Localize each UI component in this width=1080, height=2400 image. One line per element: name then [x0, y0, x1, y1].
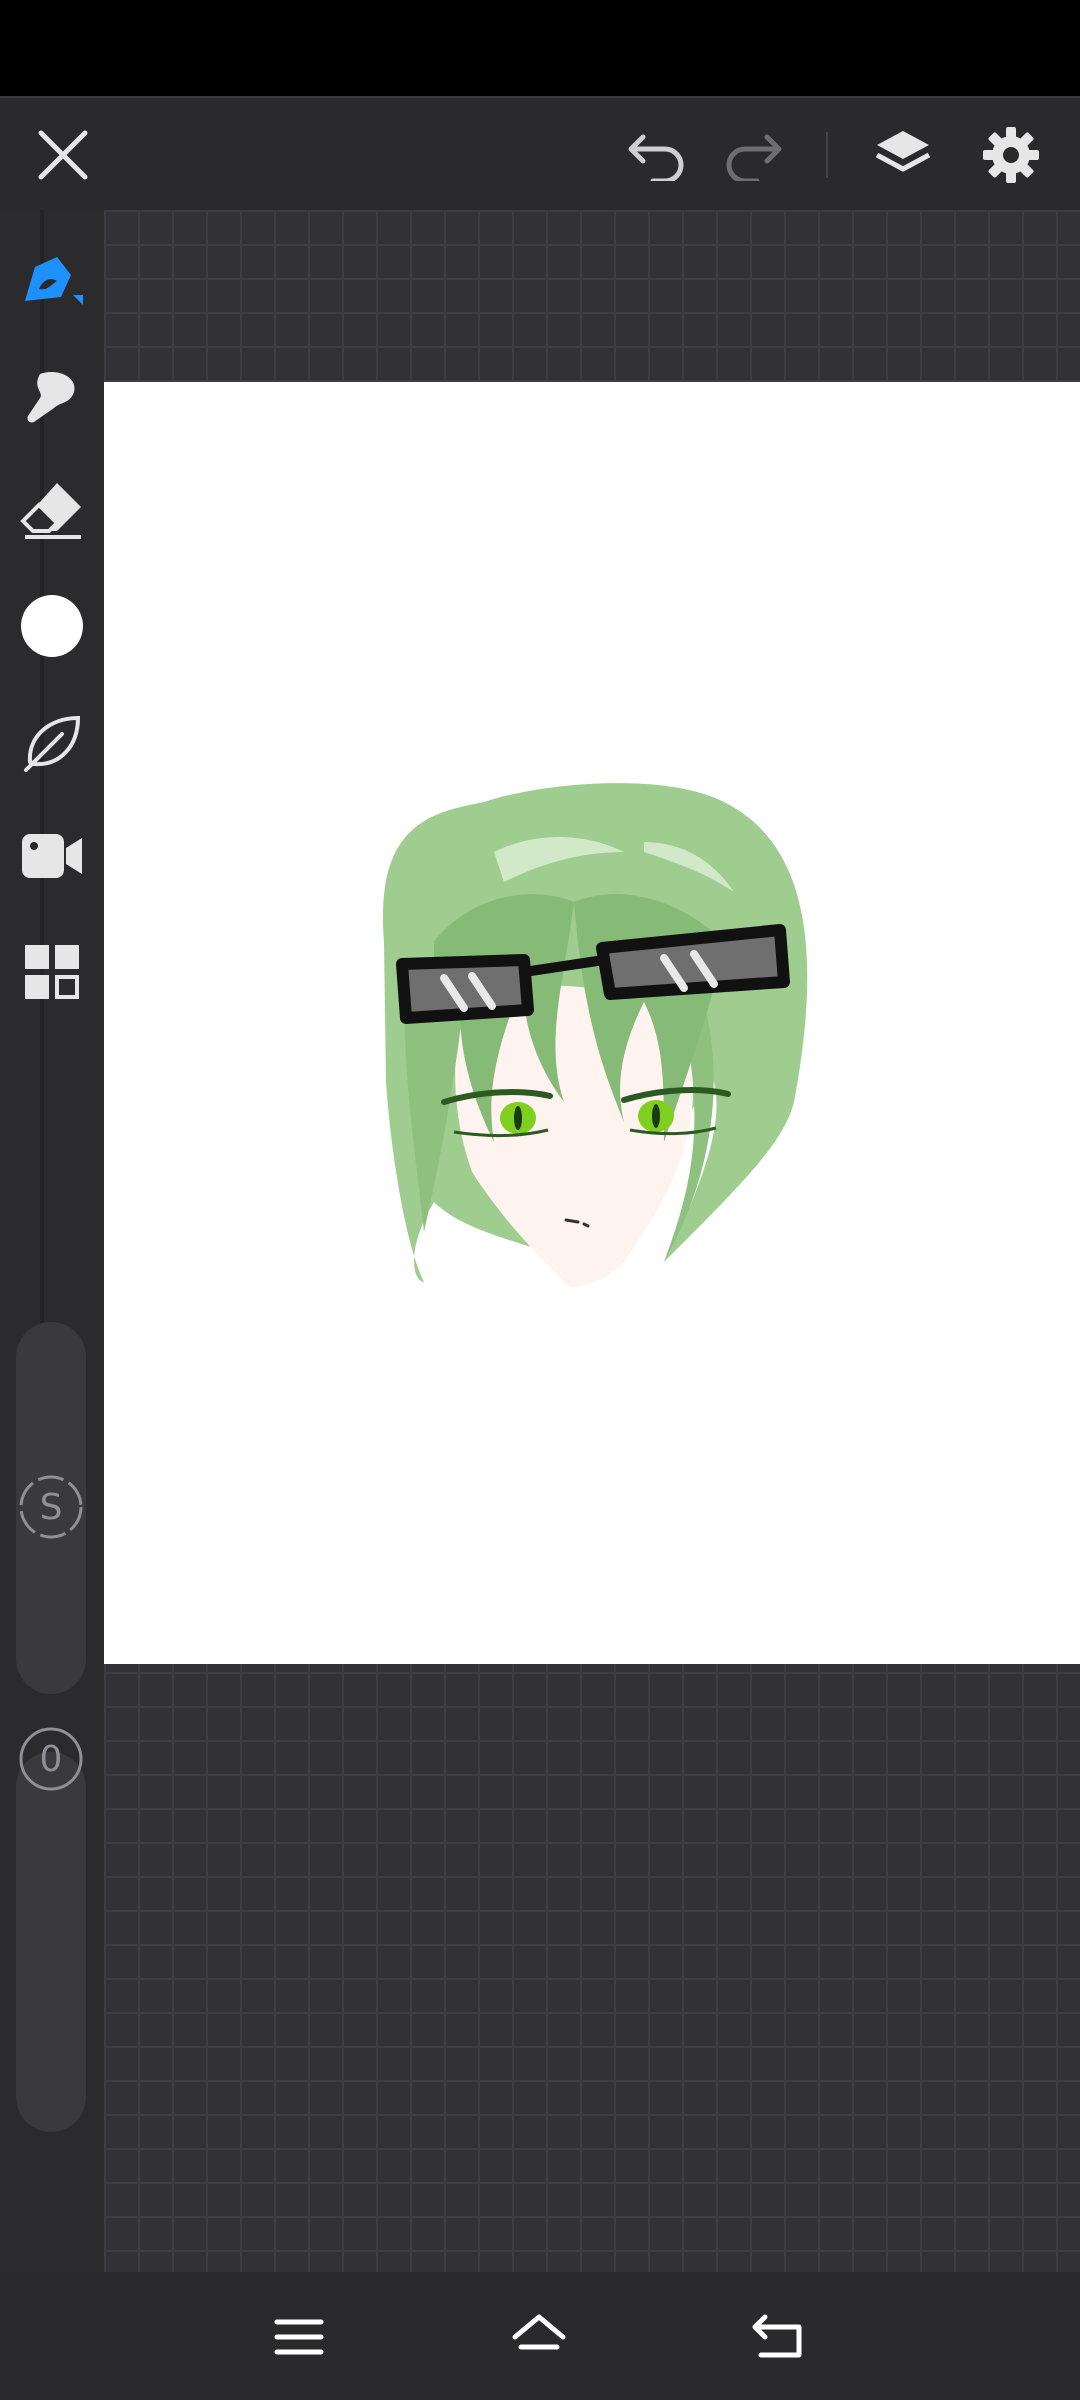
gear-icon [983, 127, 1039, 183]
top-toolbar [0, 96, 1080, 212]
nav-home-button[interactable] [494, 2292, 584, 2382]
tool-smudge[interactable] [0, 348, 104, 444]
close-button[interactable] [18, 98, 108, 212]
tool-color-picker[interactable] [0, 578, 104, 674]
smudge-icon [27, 372, 75, 423]
undo-icon [628, 134, 684, 181]
nav-menu-button[interactable] [254, 2292, 344, 2382]
redo-button[interactable] [708, 98, 798, 212]
tool-eraser[interactable] [0, 462, 104, 558]
system-nav-bar [0, 2272, 1080, 2400]
undo-button[interactable] [612, 98, 702, 212]
opacity-slider-label: 0 [39, 1738, 63, 1780]
toolbar-divider [826, 132, 828, 178]
close-icon [38, 130, 88, 180]
back-icon [752, 2314, 802, 2358]
artwork-anime-head [382, 783, 808, 1287]
opacity-slider[interactable] [16, 1752, 86, 2132]
tool-leaf[interactable] [0, 694, 104, 790]
nav-back-button[interactable] [734, 2292, 824, 2382]
settings-button[interactable] [966, 98, 1056, 212]
menu-icon [274, 2319, 324, 2355]
leaf-icon [24, 715, 81, 772]
opacity-knob[interactable]: 0 [18, 1726, 84, 1792]
layers-button[interactable] [858, 98, 948, 212]
home-icon [512, 2314, 566, 2350]
status-bar [0, 0, 1080, 96]
redo-icon [726, 134, 782, 181]
size-slider-label: S [39, 1486, 63, 1528]
layers-icon [875, 131, 931, 172]
pen-icon [25, 257, 83, 305]
tool-record[interactable] [0, 808, 104, 904]
drawing-canvas[interactable] [104, 382, 1080, 1664]
tool-pen[interactable] [0, 232, 104, 328]
video-camera-icon [22, 834, 82, 878]
color-swatch-icon [21, 595, 83, 657]
grid-icon [25, 945, 79, 999]
tool-gallery[interactable] [0, 924, 104, 1020]
brush-size-knob[interactable]: S [18, 1474, 84, 1540]
tool-sidebar: S 0 [0, 210, 104, 2272]
eraser-icon [20, 483, 81, 539]
